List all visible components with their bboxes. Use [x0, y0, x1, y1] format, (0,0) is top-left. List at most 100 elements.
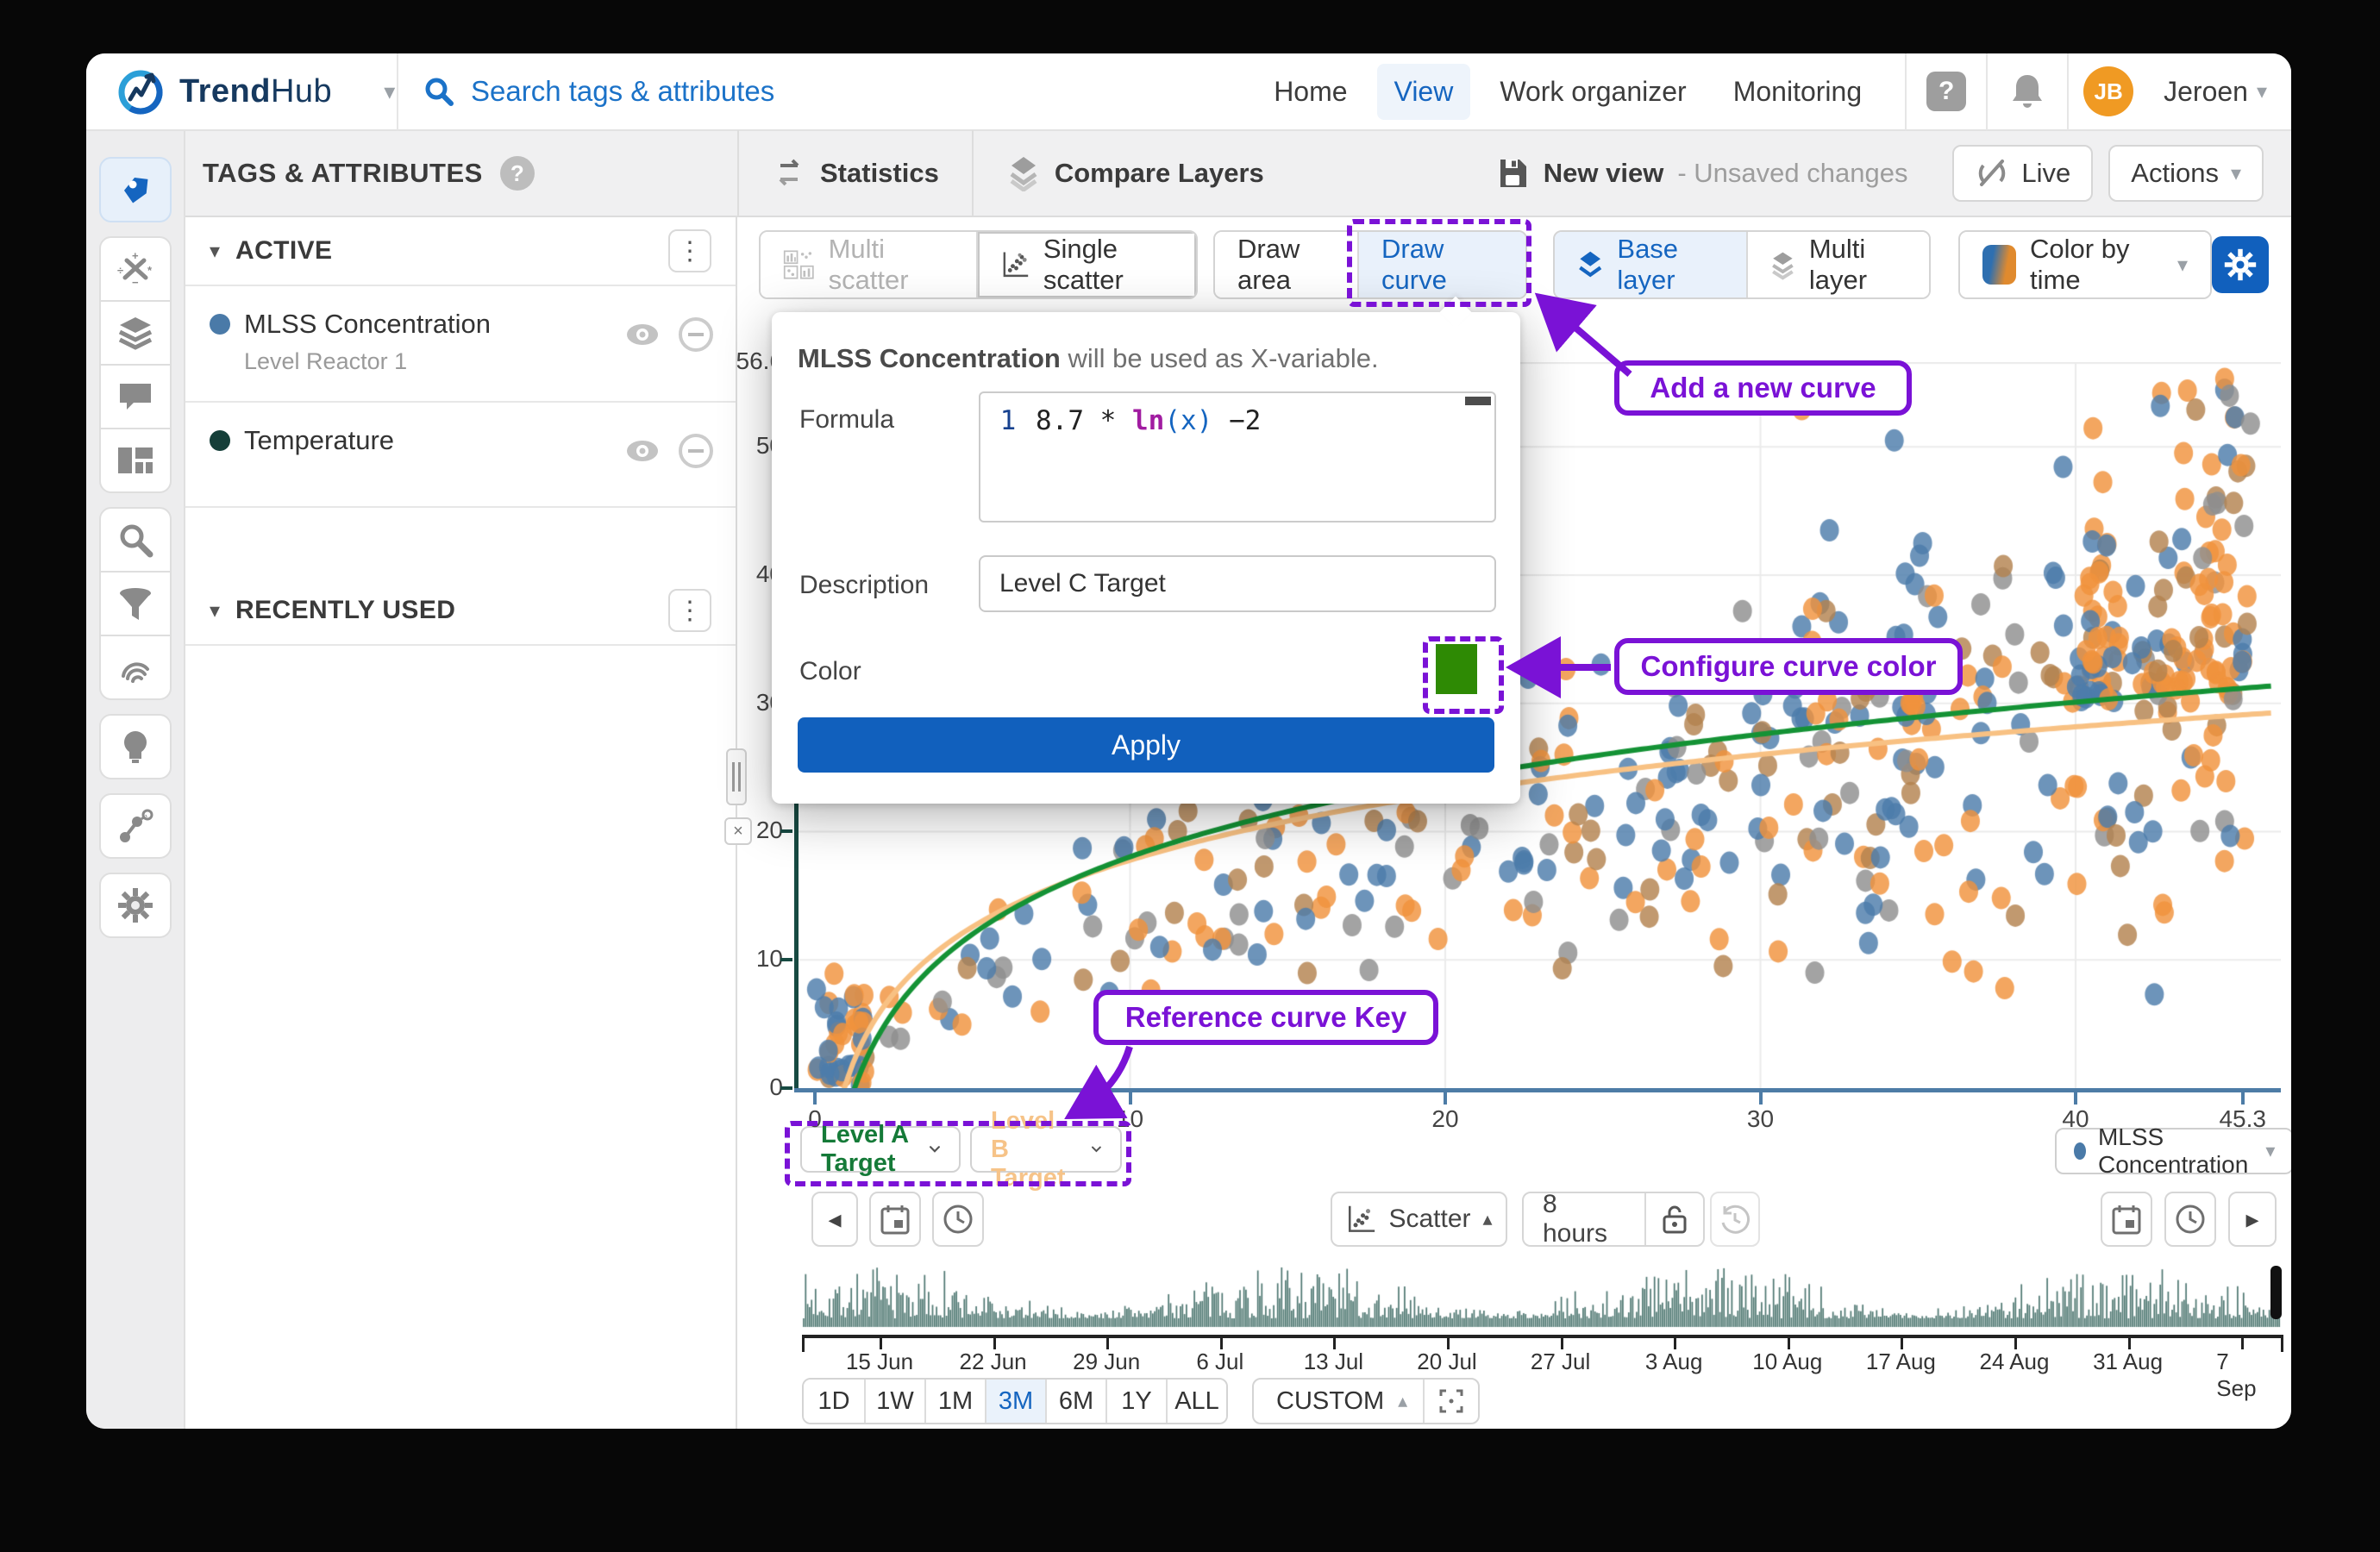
draw-curve-popover: MLSS Concentration will be used as X-var…	[772, 312, 1520, 804]
actions-button[interactable]: Actions ▾	[2108, 145, 2264, 202]
collapse-caret-icon[interactable]: ▾	[210, 239, 220, 264]
panel-resize-handle[interactable]	[726, 748, 747, 805]
x-tick-label: 10	[1117, 1105, 1143, 1133]
ref-curve-b-dropdown[interactable]: Level B Target	[970, 1126, 1122, 1173]
chart-mode-dropdown[interactable]: Scatter ▴	[1331, 1192, 1507, 1247]
range-1w-button[interactable]: 1W	[864, 1380, 924, 1423]
rail-layers-button[interactable]	[99, 300, 172, 366]
x-variable-legend-dropdown[interactable]: MLSS Concentration ▾	[2055, 1128, 2291, 1174]
curve-color-swatch[interactable]	[1436, 644, 1477, 694]
context-graph-icon	[116, 808, 154, 844]
statistics-button[interactable]: Statistics	[737, 130, 972, 216]
tag-icon	[117, 172, 153, 208]
y-tick-mark	[780, 1086, 792, 1090]
panel-help-icon[interactable]: ?	[500, 156, 535, 191]
description-label: Description	[799, 571, 929, 600]
rail-search-button[interactable]	[99, 507, 172, 573]
visibility-eye-icon[interactable]	[623, 437, 661, 465]
active-section-menu-button[interactable]: ⋮	[668, 229, 711, 272]
compare-layers-button[interactable]: Compare Layers	[972, 130, 1297, 216]
chart-settings-button[interactable]	[2212, 236, 2269, 293]
timeline-tick	[993, 1338, 996, 1349]
start-date-button[interactable]	[869, 1192, 921, 1247]
brand-logo[interactable]: TrendHub ▾	[86, 66, 397, 116]
user-name[interactable]: Jeroen	[2164, 76, 2248, 108]
rail-dashboards-button[interactable]	[99, 428, 172, 493]
live-button[interactable]: Live	[1952, 145, 2093, 202]
formula-editor[interactable]: 1 8.7 * ln(x) −2	[979, 391, 1496, 523]
formula-code[interactable]: 8.7 * ln(x) −2	[1036, 405, 1261, 436]
single-scatter-button[interactable]: Single scatter	[976, 232, 1196, 297]
rail-fingerprint-button[interactable]	[99, 635, 172, 700]
rail-formulas-button[interactable]: + ÷ * −	[99, 236, 172, 302]
panel-collapse-button[interactable]: ×	[724, 817, 752, 845]
line-number: 1	[980, 405, 1036, 436]
start-time-button[interactable]	[932, 1192, 984, 1247]
active-section-header[interactable]: ▾ ACTIVE ⋮	[185, 217, 736, 286]
pan-left-button[interactable]: ◂	[811, 1192, 858, 1247]
range-1y-button[interactable]: 1Y	[1105, 1380, 1166, 1423]
range-all-button[interactable]: ALL	[1166, 1380, 1226, 1423]
range-selector: 1D 1W 1M 3M 6M 1Y ALL	[802, 1378, 1228, 1424]
editor-scrollbar[interactable]	[1465, 397, 1491, 405]
custom-caret-icon: ▴	[1398, 1390, 1407, 1412]
recently-used-menu-button[interactable]: ⋮	[668, 589, 711, 632]
nav-view[interactable]: View	[1377, 64, 1471, 120]
timeline-month-label: 24 Aug	[1980, 1349, 2050, 1375]
tag-item-mlss[interactable]: MLSS Concentration Level Reactor 1	[185, 286, 736, 403]
user-menu-caret-icon[interactable]: ▾	[2257, 79, 2267, 104]
remove-tag-icon[interactable]	[677, 316, 715, 354]
nav-monitoring[interactable]: Monitoring	[1716, 64, 1879, 120]
custom-range-group[interactable]: CUSTOM ▴	[1252, 1378, 1480, 1424]
timeline-cursor-handle[interactable]	[2270, 1266, 2282, 1319]
nav-work-organizer[interactable]: Work organizer	[1482, 64, 1703, 120]
lock-window-button[interactable]	[1646, 1204, 1703, 1235]
multi-layer-button[interactable]: Multi layer	[1746, 232, 1929, 297]
search-bar[interactable]: Search tags & attributes	[398, 75, 1256, 108]
range-1d-button[interactable]: 1D	[804, 1380, 864, 1423]
fit-range-button[interactable]	[1425, 1388, 1478, 1414]
ref-curve-a-dropdown[interactable]: Level A Target	[800, 1126, 961, 1173]
pan-right-button[interactable]: ▸	[2228, 1192, 2277, 1247]
history-button[interactable]	[1710, 1192, 1760, 1247]
help-button[interactable]: ?	[1907, 53, 1986, 130]
recently-used-section-header[interactable]: ▾ RECENTLY USED ⋮	[185, 577, 736, 646]
nav-home[interactable]: Home	[1256, 64, 1364, 120]
remove-tag-icon[interactable]	[677, 432, 715, 470]
x-tick-mark	[1129, 1092, 1132, 1105]
user-avatar[interactable]: JB	[2069, 53, 2148, 130]
y-tick-label: 0	[718, 1073, 783, 1101]
timeline-month-label: 3 Aug	[1645, 1349, 1703, 1375]
range-3m-button[interactable]: 3M	[985, 1380, 1045, 1423]
rail-context-items-button[interactable]	[99, 793, 172, 859]
formula-icon: + ÷ * −	[116, 252, 154, 286]
draw-area-button[interactable]: Draw area	[1215, 232, 1357, 297]
range-6m-button[interactable]: 6M	[1045, 1380, 1105, 1423]
rail-filter-button[interactable]	[99, 571, 172, 636]
timeline-strip[interactable]	[802, 1257, 2283, 1330]
timeline-tick	[2014, 1338, 2017, 1349]
apply-button[interactable]: Apply	[798, 717, 1494, 773]
base-layer-button[interactable]: Base layer	[1555, 232, 1746, 297]
color-by-time-button[interactable]: Color by time ▾	[1960, 232, 2210, 297]
tag-item-temperature[interactable]: Temperature	[185, 403, 736, 508]
rail-tags-button[interactable]	[99, 157, 172, 222]
visibility-eye-icon[interactable]	[623, 321, 661, 348]
notifications-button[interactable]	[1988, 53, 2067, 130]
range-1m-button[interactable]: 1M	[924, 1380, 985, 1423]
description-input[interactable]: Level C Target	[979, 555, 1496, 612]
time-window-group[interactable]: 8 hours	[1522, 1192, 1705, 1247]
compare-layers-icon	[1006, 155, 1041, 191]
rail-recommendations-button[interactable]	[99, 714, 172, 779]
fit-view-icon	[1438, 1388, 1464, 1414]
time-window-value[interactable]: 8 hours	[1524, 1190, 1644, 1248]
end-date-button[interactable]	[2101, 1192, 2152, 1247]
fingerprint-icon	[116, 650, 154, 685]
rail-settings-button[interactable]	[99, 873, 172, 938]
draw-curve-button[interactable]: Draw curve	[1357, 232, 1525, 297]
collapse-caret-icon[interactable]: ▾	[210, 598, 220, 623]
end-time-button[interactable]	[2164, 1192, 2216, 1247]
rail-comments-button[interactable]	[99, 364, 172, 429]
multi-scatter-button[interactable]: Multi scatter	[761, 232, 976, 297]
brand-caret-icon[interactable]: ▾	[384, 78, 395, 105]
